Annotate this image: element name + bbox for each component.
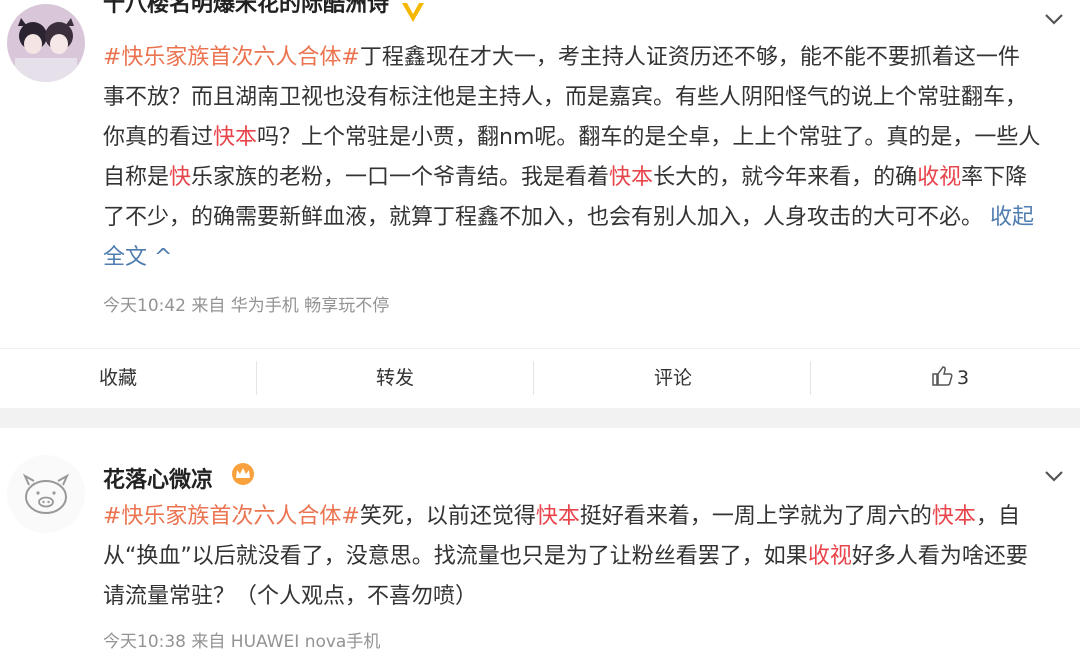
text-line: 全文 ^ (103, 238, 1068, 278)
text-segment: 自称是 (103, 165, 170, 190)
text-segment: 笑死，以前还觉得 (359, 504, 536, 529)
crown-icon (230, 462, 256, 492)
text-line: 你真的看过快本吗？上个常驻是小贾，翻nm呢。翻车的是仝卓，上上个常驻了。真的是，… (103, 118, 1068, 158)
expand-collapse-link[interactable]: 全文 ^ (103, 245, 172, 270)
text-segment: 长大的，就今年来看，的确 (653, 165, 918, 190)
keyword-highlight: 快本 (931, 504, 976, 529)
post-meta: 今天10:42 来自 华为手机 畅享玩不停 (103, 296, 390, 316)
keyword-highlight: 快本 (609, 165, 654, 190)
username[interactable]: 十八楼名明爆米花的际酷洲诗 (103, 0, 393, 18)
keyword-highlight: 快 (169, 165, 192, 190)
text-segment: 乐家族的老粉，一口一个爷青结。我是看着 (191, 165, 610, 190)
keyword-highlight: 收视 (917, 165, 962, 190)
divider (810, 361, 811, 395)
action-bar: 收藏 转发 评论 3 (0, 348, 1080, 407)
text-segment: 事不放？而且湖南卫视也没有标注他是主持人，而是嘉宾。有些人阴阳怪气的说上个常驻翻… (103, 85, 1028, 110)
keyword-highlight: 快本 (535, 504, 580, 529)
text-segment: 挺好看来着，一周上学就为了周六的 (579, 504, 932, 529)
divider (533, 361, 534, 395)
chevron-down-icon[interactable] (1043, 8, 1065, 30)
topic-tag-link[interactable]: #快乐家族首次六人合体# (103, 504, 360, 529)
user-avatar[interactable] (7, 4, 85, 82)
text-line: 请流量常驻？（个人观点，不喜勿喷） (103, 577, 1068, 617)
thumbs-up-icon (932, 366, 953, 386)
username[interactable]: 花落心微凉 (103, 462, 228, 494)
topic-tag-link[interactable]: #快乐家族首次六人合体# (103, 45, 360, 70)
text-segment: 了不少，的确需要新鲜血液，就算丁程鑫不加入，也会有别人加入，人身攻击的大可不必。 (103, 205, 990, 230)
keyword-highlight: 快本 (213, 125, 258, 150)
comment-button[interactable]: 评论 (654, 349, 692, 407)
post-text: #快乐家族首次六人合体#丁程鑫现在才大一，考主持人证资历还不够，能不能不要抓着这… (103, 38, 1068, 278)
repost-button[interactable]: 转发 (376, 349, 414, 407)
text-line: #快乐家族首次六人合体#笑死，以前还觉得快本挺好看来着，一周上学就为了周六的快本… (103, 497, 1068, 537)
feed-separator (0, 408, 1080, 428)
divider (256, 361, 257, 395)
verified-icon (400, 0, 426, 30)
text-segment: 吗？上个常驻是小贾，翻nm呢。翻车的是仝卓，上上个常驻了。真的是，一些人 (257, 125, 1041, 150)
text-line: 事不放？而且湖南卫视也没有标注他是主持人，而是嘉宾。有些人阴阳怪气的说上个常驻翻… (103, 78, 1068, 118)
text-segment: 率下降 (961, 165, 1028, 190)
text-line: 从“换血”以后就没看了，没意思。找流量也只是为了让粉丝看罢了，如果收视好多人看为… (103, 537, 1068, 577)
text-segment: ，自 (975, 504, 1020, 529)
text-segment: 丁程鑫现在才大一，考主持人证资历还不够，能不能不要抓着这一件 (359, 45, 1020, 70)
text-segment: 从“换血”以后就没看了，没意思。找流量也只是为了让粉丝看罢了，如果 (103, 544, 808, 569)
text-line: 自称是快乐家族的老粉，一口一个爷青结。我是看着快本长大的，就今年来看，的确收视率… (103, 158, 1068, 198)
text-segment: 请流量常驻？（个人观点，不喜勿喷） (103, 584, 478, 609)
favorite-button[interactable]: 收藏 (99, 349, 137, 407)
user-avatar[interactable] (7, 455, 85, 533)
text-line: #快乐家族首次六人合体#丁程鑫现在才大一，考主持人证资历还不够，能不能不要抓着这… (103, 38, 1068, 78)
chevron-down-icon[interactable] (1043, 465, 1065, 487)
like-button[interactable]: 3 (931, 349, 969, 407)
post-text: #快乐家族首次六人合体#笑死，以前还觉得快本挺好看来着，一周上学就为了周六的快本… (103, 497, 1068, 617)
text-segment: 好多人看为啥还要 (851, 544, 1028, 569)
keyword-highlight: 收视 (807, 544, 852, 569)
expand-collapse-link[interactable]: 收起 (990, 205, 1034, 230)
post-meta: 今天10:38 来自 HUAWEI nova手机 (103, 632, 381, 652)
text-segment: 你真的看过 (103, 125, 214, 150)
text-line: 了不少，的确需要新鲜血液，就算丁程鑫不加入，也会有别人加入，人身攻击的大可不必。… (103, 198, 1068, 238)
like-count: 3 (957, 367, 970, 389)
